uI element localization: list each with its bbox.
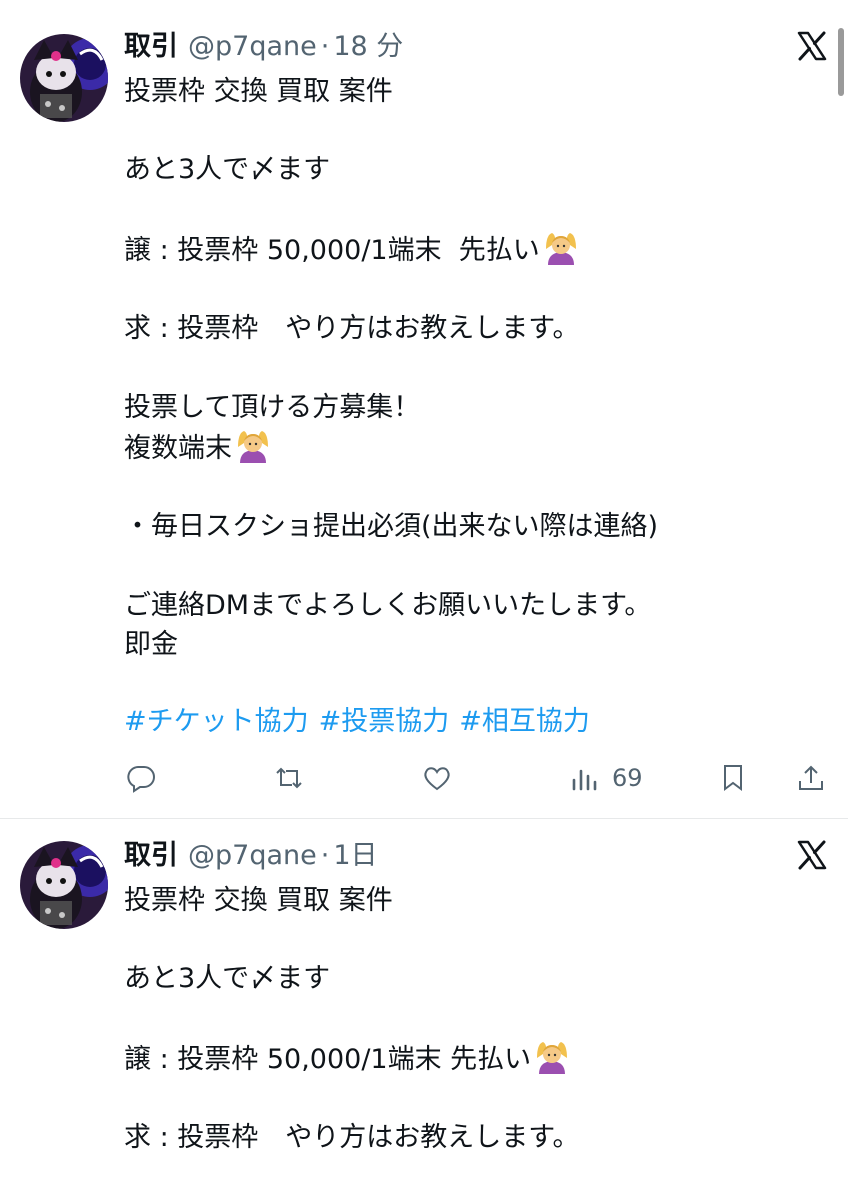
tweet-text: 投票枠 交換 買取 案件 あと3人で〆ます 譲 : 投票枠 50,000/1端末… [124,72,824,664]
avatar[interactable] [20,841,108,929]
hashtag-link[interactable]: #相互協力 [459,706,590,737]
display-name[interactable]: 取引 [124,840,178,871]
person-gesturing-ok-emoji [533,1038,571,1076]
hashtag-link[interactable]: #投票協力 [319,706,450,737]
tweet-line: あと3人で〆ます [124,154,331,186]
avatar[interactable] [20,34,108,122]
tweet-line: 求 : 投票枠 やり方はお教えします。 [124,1122,580,1154]
x-logo-icon[interactable] [796,839,828,871]
tweet-actions: 69 [0,756,848,800]
tweet-text: 投票枠 交換 買取 案件 あと3人で〆ます 譲 : 投票枠 50,000/1端末… [124,881,824,1157]
display-name[interactable]: 取引 [124,31,178,62]
reply-icon [127,766,155,793]
user-handle[interactable]: @p7qane [188,31,317,62]
tweet-line: ご連絡DMまでよろしくお願いいたします。 [124,589,652,621]
separator-dot: · [320,840,330,871]
tweet-line: 求 : 投票枠 やり方はお教えします。 [124,313,580,345]
share-button[interactable] [796,756,826,800]
views-icon [572,769,597,791]
tweet-card[interactable]: 取引 @p7qane · 18 分 投票枠 交換 買取 案件 あと3人で〆ます 譲 :… [0,0,848,819]
tweet-line: 譲 : 投票枠 50,000/1端末 先払い [124,1043,532,1075]
tweet-line: 複数端末 [124,432,232,464]
tweet-line: 投票枠 交換 買取 案件 [124,885,393,916]
tweet-header: 取引 @p7qane · 18 分 [124,28,403,66]
tweet-card[interactable]: 取引 @p7qane · 1日 投票枠 交換 買取 案件 あと3人で〆ます 譲 : 投… [0,819,848,1200]
x-logo-icon[interactable] [796,30,828,62]
reply-button[interactable] [126,756,156,800]
hashtag-list: #チケット協力 #投票協力 #相互協力 [124,702,600,742]
retweet-icon [276,767,302,789]
views-count: 69 [612,764,643,792]
like-icon [424,767,450,791]
tweet-line: あと3人で〆ます [124,963,331,995]
timestamp[interactable]: 18 分 [333,31,403,62]
tweet-line: 譲 : 投票枠 50,000/1端末 先払い [124,234,540,266]
like-button[interactable] [422,756,452,800]
timestamp[interactable]: 1日 [333,840,377,871]
bookmark-icon [724,765,742,791]
bookmark-button[interactable] [718,756,748,800]
person-gesturing-ok-emoji [234,427,272,465]
share-icon [799,765,823,790]
tweet-header: 取引 @p7qane · 1日 [124,837,378,875]
views-button[interactable]: 69 [570,756,643,800]
tweet-line: 投票枠 交換 買取 案件 [124,76,393,107]
tweet-line: 投票して頂ける方募集！ [124,391,421,423]
hashtag-link[interactable]: #チケット協力 [124,706,309,737]
person-gesturing-ok-emoji [542,229,580,267]
tweet-line: ・毎日スクショ提出必須(出来ない際は連絡) [124,511,659,543]
tweet-line: 即金 [124,628,178,660]
separator-dot: · [320,31,330,62]
retweet-button[interactable] [274,756,304,800]
user-handle[interactable]: @p7qane [188,840,317,871]
